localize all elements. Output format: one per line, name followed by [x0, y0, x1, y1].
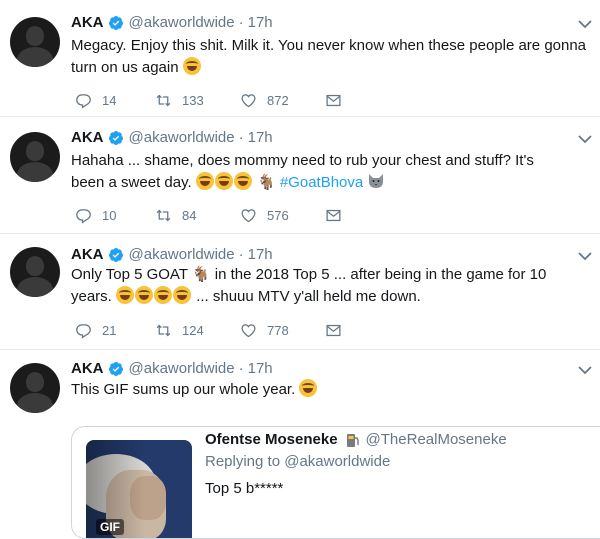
author-name[interactable]: AKA: [71, 14, 104, 31]
chevron-down-icon[interactable]: [578, 251, 592, 261]
avatar[interactable]: [10, 247, 60, 297]
quoted-author-name[interactable]: Ofentse Moseneke: [205, 431, 338, 448]
laughing-emoji-icon: [135, 286, 154, 304]
retweet-icon: [156, 324, 171, 336]
gif-thumbnail[interactable]: GIF: [86, 440, 192, 538]
reply-count: 10: [102, 207, 117, 223]
laughing-emoji-icon: [214, 172, 233, 190]
retweet-count: 84: [182, 207, 197, 223]
reply-button[interactable]: 14: [75, 92, 155, 109]
tweet-actions: 10 84 576: [75, 205, 342, 225]
quoted-tweet-card[interactable]: GIF Ofentse Moseneke @TheRealMoseneke Re…: [71, 426, 600, 539]
laughing-emoji-icon: [116, 286, 135, 304]
quoted-tweet-text: Top 5 b*****: [205, 480, 284, 497]
envelope-icon: [326, 94, 341, 106]
retweet-icon: [156, 94, 171, 106]
heart-icon: [241, 93, 256, 107]
retweet-button[interactable]: 84: [155, 207, 240, 224]
tweet-header: AKA @akaworldwide · 17h: [71, 14, 273, 31]
quoted-tweet-header: Ofentse Moseneke @TheRealMoseneke: [205, 431, 507, 448]
direct-message-button[interactable]: [325, 92, 342, 109]
heart-icon: [241, 208, 256, 222]
like-button[interactable]: 576: [240, 207, 325, 224]
timestamp[interactable]: 17h: [248, 360, 273, 377]
separator-dot: ·: [238, 246, 244, 263]
avatar[interactable]: [10, 17, 60, 67]
retweet-count: 124: [182, 322, 204, 338]
fuel-pump-emoji-icon: [346, 433, 359, 447]
author-name[interactable]: AKA: [71, 129, 104, 146]
tweet[interactable]: AKA @akaworldwide · 17h Megacy. Enjoy th…: [0, 0, 600, 117]
laughing-emoji-icon: [173, 286, 192, 304]
separator-dot: ·: [238, 360, 244, 377]
chevron-down-icon[interactable]: [578, 19, 592, 29]
verified-badge-icon: [108, 15, 123, 30]
like-button[interactable]: 872: [240, 92, 325, 109]
replying-to-line: Replying to @akaworldwide: [205, 453, 391, 470]
like-count: 872: [267, 92, 289, 108]
tweet-header: AKA @akaworldwide · 17h: [71, 129, 273, 146]
goat-emoji-icon: 🐐: [256, 174, 276, 191]
direct-message-button[interactable]: [325, 207, 342, 224]
timestamp[interactable]: 17h: [248, 246, 273, 263]
verified-badge-icon: [108, 247, 123, 262]
verified-badge-icon: [108, 130, 123, 145]
retweet-icon: [156, 209, 171, 221]
reply-icon: [76, 93, 91, 109]
retweet-button[interactable]: 124: [155, 322, 240, 339]
tweet-text: Only Top 5 GOAT 🐐 in the 2018 Top 5 ... …: [71, 266, 547, 305]
reply-button[interactable]: 10: [75, 207, 155, 224]
verified-badge-icon: [108, 361, 123, 376]
reply-button[interactable]: 21: [75, 322, 155, 339]
timestamp[interactable]: 17h: [248, 14, 273, 31]
envelope-icon: [326, 324, 341, 336]
avatar[interactable]: [10, 132, 60, 182]
separator-dot: ·: [238, 14, 244, 31]
timestamp[interactable]: 17h: [248, 129, 273, 146]
tweet-text: Megacy. Enjoy this shit. Milk it. You ne…: [71, 37, 587, 76]
author-handle[interactable]: @akaworldwide: [129, 246, 235, 263]
tweet-text: This GIF sums up our whole year.: [71, 379, 591, 401]
tweet-header: AKA @akaworldwide · 17h: [71, 246, 273, 263]
tweet-text: Hahaha ... shame, does mommy need to rub…: [71, 150, 571, 194]
like-count: 576: [267, 207, 289, 223]
avatar[interactable]: [10, 363, 60, 413]
reply-count: 21: [102, 322, 117, 338]
tweet[interactable]: AKA @akaworldwide · 17h Hahaha ... shame…: [0, 117, 600, 234]
reply-count: 14: [102, 92, 117, 108]
tweet-actions: 14 133 872: [75, 90, 342, 110]
reply-icon: [76, 323, 91, 339]
laughing-emoji-icon: [182, 57, 201, 75]
goat-emoji-icon: 🐐: [191, 266, 211, 283]
envelope-icon: [326, 209, 341, 221]
laughing-emoji-icon: [299, 379, 318, 397]
tweet-actions: 21 124 778: [75, 320, 342, 340]
author-handle[interactable]: @akaworldwide: [129, 14, 235, 31]
tweet-header: AKA @akaworldwide · 17h: [71, 360, 273, 377]
direct-message-button[interactable]: [325, 322, 342, 339]
chevron-down-icon[interactable]: [578, 365, 592, 375]
laughing-emoji-icon: [195, 172, 214, 190]
wolf-emoji-icon: [369, 174, 384, 188]
gif-badge: GIF: [96, 519, 124, 535]
author-handle[interactable]: @akaworldwide: [129, 360, 235, 377]
quoted-author-handle[interactable]: @TheRealMoseneke: [366, 431, 507, 448]
author-handle[interactable]: @akaworldwide: [129, 129, 235, 146]
reply-icon: [76, 208, 91, 224]
laughing-emoji-icon: [233, 172, 252, 190]
author-name[interactable]: AKA: [71, 246, 104, 263]
author-name[interactable]: AKA: [71, 360, 104, 377]
chevron-down-icon[interactable]: [578, 134, 592, 144]
hashtag-link[interactable]: #GoatBhova: [280, 174, 363, 191]
retweet-button[interactable]: 133: [155, 92, 240, 109]
retweet-count: 133: [182, 92, 204, 108]
like-count: 778: [267, 322, 289, 338]
heart-icon: [241, 323, 256, 337]
separator-dot: ·: [238, 129, 244, 146]
laughing-emoji-icon: [154, 286, 173, 304]
like-button[interactable]: 778: [240, 322, 325, 339]
replying-to-handle[interactable]: @akaworldwide: [284, 453, 390, 470]
tweet[interactable]: AKA @akaworldwide · 17h Only Top 5 GOAT …: [0, 234, 600, 350]
